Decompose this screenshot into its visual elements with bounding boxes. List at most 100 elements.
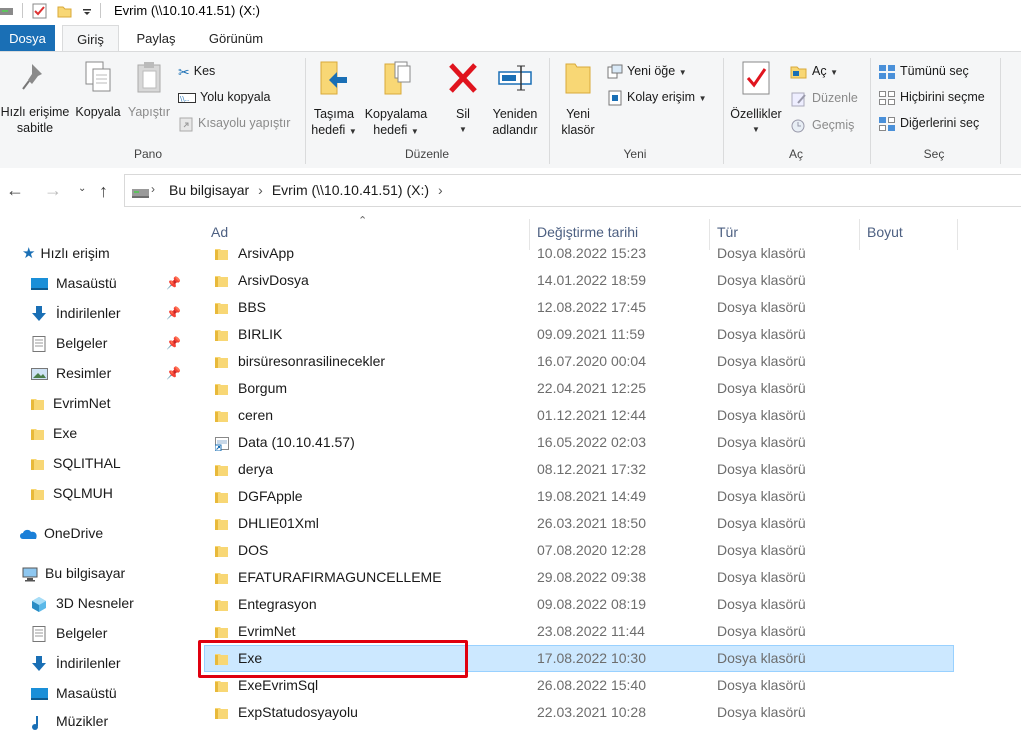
nav-item-desktop-pc[interactable]: Masaüstü xyxy=(31,680,117,706)
breadcrumb-chevron-icon[interactable]: › xyxy=(258,182,263,198)
file-row[interactable]: birsüresonrasilinecekler 16.07.2020 00:04… xyxy=(200,348,1021,375)
paste-label: Yapıştır xyxy=(127,105,171,119)
paste-icon xyxy=(137,62,161,93)
scissors-icon: ✂ xyxy=(178,63,190,80)
delete-button[interactable]: Sil ▼ xyxy=(440,60,486,138)
properties-quick-icon[interactable] xyxy=(32,3,47,19)
folder-icon xyxy=(31,429,44,441)
cut-button[interactable]: ✂ Kes xyxy=(178,62,215,80)
file-row[interactable]: ExpStatudosyayolu 22.03.2021 10:28 Dosya k… xyxy=(200,699,1021,723)
file-row[interactable]: derya 08.12.2021 17:32 Dosya klasörü xyxy=(200,456,1021,483)
file-row[interactable]: DHLIE01Xml 26.03.2021 18:50 Dosya klasörü xyxy=(200,510,1021,537)
documents-icon xyxy=(32,626,46,643)
column-header-date[interactable]: Değiştirme tarihi xyxy=(537,224,638,240)
nav-item-desktop[interactable]: Masaüstü xyxy=(31,270,117,296)
file-row[interactable]: ceren 01.12.2021 12:44 Dosya klasörü xyxy=(200,402,1021,429)
file-row[interactable]: ArsivApp 10.08.2022 15:23 Dosya klasörü xyxy=(200,240,1021,267)
paste-button[interactable]: Yapıştır xyxy=(125,60,173,120)
rename-button[interactable]: Yeniden adlandır xyxy=(486,60,544,138)
pin-icon[interactable]: 📌 xyxy=(166,336,181,350)
properties-button[interactable]: Özellikler ▼ xyxy=(726,60,786,138)
pin-icon[interactable]: 📌 xyxy=(166,276,181,290)
file-row[interactable]: EFATURAFIRMAGUNCELLEME 29.08.2022 09:38 Do… xyxy=(200,564,1021,591)
copy-button[interactable]: Kopyala xyxy=(72,60,124,120)
customize-quick-access-icon[interactable] xyxy=(82,3,92,19)
move-to-button[interactable]: Taşıma hedefi ▼ xyxy=(308,60,360,140)
file-row[interactable]: BBS 12.08.2022 17:45 Dosya klasörü xyxy=(200,294,1021,321)
file-row[interactable]: DOS 07.08.2020 12:28 Dosya klasörü xyxy=(200,537,1021,564)
breadcrumb-drive[interactable]: Evrim (\\10.10.41.51) (X:) xyxy=(272,182,429,198)
sort-ascending-icon: ⌃ xyxy=(358,215,368,227)
pin-icon[interactable]: 📌 xyxy=(166,366,181,380)
file-row[interactable]: Entegrasyon 09.08.2022 08:19 Dosya klasörü xyxy=(200,591,1021,618)
computer-icon xyxy=(22,567,38,582)
nav-item-music[interactable]: Müzikler xyxy=(31,708,108,734)
back-arrow-icon[interactable]: ← xyxy=(6,180,24,201)
nav-item-documents-pc[interactable]: Belgeler xyxy=(31,620,107,646)
nav-item-sqlmuh[interactable]: SQLMUH xyxy=(31,480,113,506)
address-bar[interactable]: › Bu bilgisayar › Evrim (\\10.10.41.51) (X… xyxy=(124,174,1021,207)
group-label-duzenle: Düzenle xyxy=(404,147,450,161)
nav-item-downloads[interactable]: İndirilenler xyxy=(31,300,121,326)
open-button[interactable]: Aç ▼ xyxy=(790,62,838,80)
history-button[interactable]: Geçmiş xyxy=(790,116,854,134)
pictures-icon xyxy=(31,368,48,381)
network-drive-icon xyxy=(132,189,149,198)
folder-icon xyxy=(31,459,44,471)
breadcrumb-chevron-icon[interactable]: › xyxy=(438,182,443,198)
properties-icon xyxy=(742,61,770,95)
ribbon: Hızlı erişime sabitle Kopyala Yapıştır ✂… xyxy=(0,51,1021,169)
nav-item-exe[interactable]: Exe xyxy=(31,420,77,446)
invert-selection-button[interactable]: Diğerlerini seç xyxy=(878,114,979,132)
nav-item-3d-objects[interactable]: 3D Nesneler xyxy=(31,590,134,616)
folder-icon xyxy=(215,573,228,584)
column-header-name[interactable]: Ad xyxy=(211,224,228,240)
file-row[interactable]: BIRLIK 09.09.2021 11:59 Dosya klasörü xyxy=(200,321,1021,348)
tab-view[interactable]: Görünüm xyxy=(195,25,277,52)
chevron-down-icon: ▼ xyxy=(830,68,838,77)
desktop-icon xyxy=(31,688,48,701)
file-row[interactable]: Borgum 22.04.2021 12:25 Dosya klasörü xyxy=(200,375,1021,402)
nav-onedrive[interactable]: OneDrive xyxy=(19,520,103,546)
file-row[interactable]: Data (10.10.41.57) 16.05.2022 02:03 Dosya … xyxy=(200,429,1021,456)
paste-shortcut-button[interactable]: Kısayolu yapıştır xyxy=(178,114,290,132)
select-all-button[interactable]: Tümünü seç xyxy=(878,62,969,80)
nav-item-sqlithal[interactable]: SQLITHAL xyxy=(31,450,121,476)
file-row[interactable]: DGFApple 19.08.2021 14:49 Dosya klasörü xyxy=(200,483,1021,510)
forward-arrow-icon[interactable]: → xyxy=(44,180,62,201)
group-label-ac: Aç xyxy=(788,147,803,161)
nav-quick-access[interactable]: ★ Hızlı erişim xyxy=(22,240,110,266)
nav-item-pictures[interactable]: Resimler xyxy=(31,360,111,386)
nav-this-pc[interactable]: Bu bilgisayar xyxy=(22,560,125,586)
tab-share[interactable]: Paylaş xyxy=(126,25,186,52)
new-item-button[interactable]: Yeni öğe ▼ xyxy=(607,62,687,80)
nav-item-evrimnet[interactable]: EvrimNet xyxy=(31,390,111,416)
edit-icon xyxy=(791,92,806,107)
select-none-button[interactable]: Hiçbirini seçme xyxy=(878,88,985,106)
nav-item-downloads-pc[interactable]: İndirilenler xyxy=(31,650,121,676)
tab-home[interactable]: Giriş xyxy=(62,25,119,52)
shortcut-folder-icon xyxy=(215,437,229,451)
copy-to-button[interactable]: Kopyalama hedefi ▼ xyxy=(361,60,431,140)
music-note-icon xyxy=(32,716,38,731)
pin-quick-access-button[interactable]: Hızlı erişime sabitle xyxy=(0,60,70,136)
breadcrumb-this-pc[interactable]: Bu bilgisayar xyxy=(169,182,249,198)
new-item-icon xyxy=(607,64,623,79)
edit-button[interactable]: Düzenle xyxy=(790,89,858,107)
up-arrow-icon[interactable]: ↑ xyxy=(99,181,108,202)
file-row[interactable]: ArsivDosya 14.01.2022 18:59 Dosya klasörü xyxy=(200,267,1021,294)
column-header-size[interactable]: Boyut xyxy=(867,224,903,240)
titlebar-divider xyxy=(22,3,23,18)
recent-locations-chevron-icon[interactable]: ⌄ xyxy=(78,183,86,194)
select-none-icon xyxy=(879,90,895,105)
easy-access-button[interactable]: Kolay erişim ▼ xyxy=(607,88,706,106)
copy-path-button[interactable]: \\.. Yolu kopyala xyxy=(178,88,270,106)
nav-item-documents[interactable]: Belgeler xyxy=(31,330,107,356)
column-header-type[interactable]: Tür xyxy=(717,224,738,240)
tab-file[interactable]: Dosya xyxy=(0,25,55,52)
pin-icon[interactable]: 📌 xyxy=(166,306,181,320)
new-folder-quick-icon[interactable] xyxy=(57,3,72,19)
new-folder-button[interactable]: Yeni klasör xyxy=(553,60,603,138)
download-arrow-icon xyxy=(32,306,46,322)
navigation-pane: ★ Hızlı erişim Masaüstü 📌 İndirilenler 📌 … xyxy=(0,214,188,731)
